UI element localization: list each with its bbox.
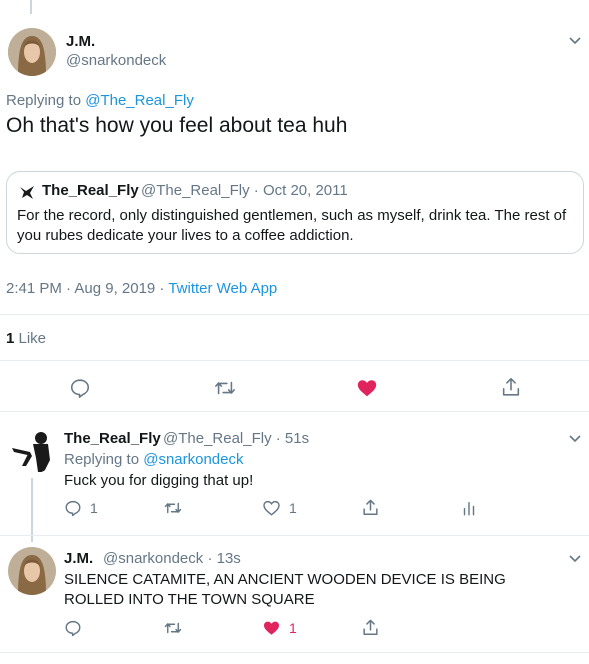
avatar-the-real-fly[interactable] [8, 426, 56, 474]
reply-author-name[interactable]: J.M. [64, 550, 93, 567]
share-button[interactable] [500, 376, 522, 398]
author-handle[interactable]: @snarkondeck [66, 52, 166, 69]
thread-line-top [30, 0, 32, 14]
quoted-author-name: The_Real_Fly [42, 182, 139, 199]
retweet-icon [164, 502, 182, 514]
like-count: 1 [289, 620, 297, 636]
reply-icon [65, 500, 81, 517]
reply-author-meta[interactable]: @The_Real_Fly · 51s [163, 430, 309, 447]
quoted-tweet[interactable]: The_Real_Fly @The_Real_Fly · Oct 20, 201… [6, 171, 584, 254]
like-button[interactable]: 1 [262, 619, 297, 637]
reply-button[interactable]: 1 [64, 499, 98, 517]
author-name[interactable]: J.M. [66, 33, 95, 50]
replying-to-link[interactable]: @snarkondeck [143, 451, 243, 468]
reply-count: 1 [90, 500, 98, 516]
chevron-down-icon[interactable] [566, 31, 584, 49]
like-count: 1 [289, 500, 297, 516]
avatar-jm[interactable] [8, 547, 56, 595]
replying-to: Replying to @The_Real_Fly [6, 92, 194, 109]
divider [0, 411, 589, 412]
share-button[interactable] [361, 618, 380, 637]
like-icon [357, 380, 377, 397]
chevron-down-icon[interactable] [566, 429, 584, 447]
quoted-text: For the record, only distinguished gentl… [17, 207, 567, 244]
quoted-author-handle: @The_Real_Fly · Oct 20, 2011 [141, 182, 348, 199]
reply-text: SILENCE CATAMITE, AN ANCIENT WOODEN DEVI… [64, 571, 506, 608]
divider [0, 652, 589, 653]
avatar-jm[interactable] [8, 28, 56, 76]
chevron-down-icon[interactable] [566, 549, 584, 567]
quoted-date: · Oct 20, 2011 [253, 182, 348, 199]
replying-to: Replying to @snarkondeck [64, 451, 244, 468]
analytics-icon [463, 502, 475, 516]
retweet-icon [215, 381, 235, 395]
reply-icon [65, 620, 81, 637]
reply-author-meta[interactable]: @snarkondeck · 13s [103, 550, 241, 567]
source-link[interactable]: Twitter Web App [168, 280, 277, 297]
reply-author-name[interactable]: The_Real_Fly [64, 430, 161, 447]
thread-line [31, 478, 33, 542]
tweet-timestamp: 2:41 PM · Aug 9, 2019 · Twitter Web App [6, 280, 278, 297]
divider [0, 360, 589, 361]
retweet-button[interactable] [163, 619, 183, 637]
like-button[interactable] [356, 377, 378, 399]
divider [0, 535, 589, 536]
replying-to-link[interactable]: @The_Real_Fly [85, 92, 194, 109]
reply-text: Fuck you for digging that up! [64, 472, 254, 489]
tweet-text: Oh that's how you feel about tea huh [6, 114, 348, 137]
share-icon [363, 619, 378, 635]
retweet-button[interactable] [213, 377, 237, 399]
like-count-summary[interactable]: 1 Like [6, 330, 46, 347]
share-button[interactable] [361, 498, 380, 517]
share-icon [363, 499, 378, 515]
reply-button[interactable] [69, 377, 91, 399]
quoted-avatar [17, 182, 37, 202]
retweet-button[interactable] [163, 499, 183, 517]
analytics-button[interactable] [460, 499, 478, 517]
like-button[interactable]: 1 [262, 499, 297, 517]
retweet-icon [164, 622, 182, 634]
reply-button[interactable] [64, 619, 82, 637]
reply-icon [70, 379, 90, 398]
divider [0, 314, 589, 315]
like-icon [263, 500, 280, 516]
like-icon [264, 621, 279, 635]
share-icon [502, 377, 520, 396]
